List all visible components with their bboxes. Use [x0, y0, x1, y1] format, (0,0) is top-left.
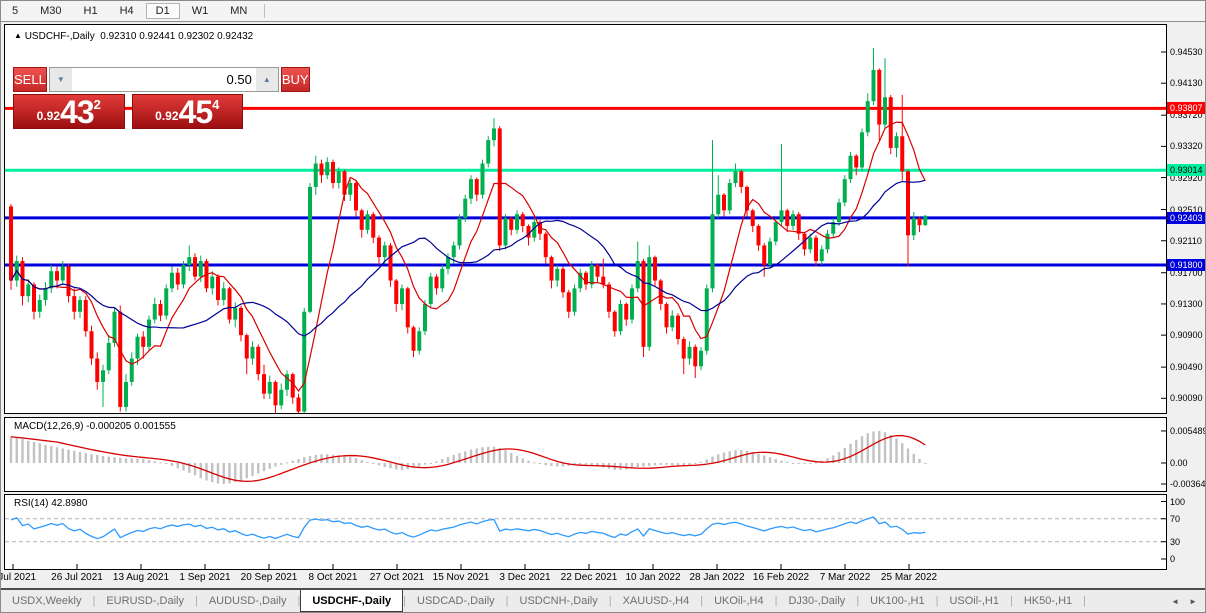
date-tick-label: 22 Dec 2021 [561, 572, 618, 583]
date-tick-label: 20 Sep 2021 [241, 572, 298, 583]
volume-decrease-button[interactable]: ▼ [50, 68, 72, 91]
buy-price-box[interactable]: 0.92 45 4 [132, 94, 244, 129]
volume-input[interactable] [72, 68, 256, 91]
tab-usdchf[interactable]: USDCHF-,Daily [300, 590, 403, 612]
date-tick-label: 7 Mar 2022 [820, 572, 871, 583]
rsi-chart [5, 495, 1166, 569]
buy-price-big: 45 [179, 99, 213, 126]
price-level-tag: 0.93807 [1167, 102, 1206, 114]
timeframe-button-w1[interactable]: W1 [182, 3, 219, 19]
date-tick-label: 1 Sep 2021 [179, 572, 230, 583]
trading-terminal-window: 5M30H1H4D1W1MN ▲ USDCHF-,Daily 0.92310 0… [0, 0, 1206, 613]
tab-separator: | [1083, 590, 1086, 612]
timeframe-button-h4[interactable]: H4 [110, 3, 144, 19]
date-tick-label: 10 Jan 2022 [625, 572, 680, 583]
date-axis: 7 Jul 2021 26 Jul 2021 13 Aug 2021 1 Sep 20… [1, 571, 1206, 587]
tab-xauusd[interactable]: XAUUSD-,H4 [612, 590, 701, 612]
rsi-tick-label: 70 [1170, 514, 1180, 524]
price-level-tag: 0.93014 [1167, 164, 1206, 176]
tab-usoil[interactable]: USOil-,H1 [938, 590, 1010, 612]
rsi-panel[interactable]: RSI(14) 42.8980 [4, 494, 1167, 570]
sell-price-big: 43 [60, 99, 94, 126]
date-tick-label: 3 Dec 2021 [499, 572, 550, 583]
tab-usdcnh[interactable]: USDCNH-,Daily [509, 590, 609, 612]
chart-title: ▲ USDCHF-,Daily 0.92310 0.92441 0.92302 … [14, 31, 253, 42]
price-tick-label: 0.90090 [1170, 393, 1203, 403]
sell-price-small: 0.92 [37, 109, 60, 123]
timeframe-button-h1[interactable]: H1 [74, 3, 108, 19]
sell-price-box[interactable]: 0.92 43 2 [13, 94, 125, 129]
date-tick-label: 8 Oct 2021 [309, 572, 358, 583]
rsi-tick-label: 100 [1170, 497, 1185, 507]
tabs-scroll-left-icon[interactable]: ◄ [1171, 597, 1179, 606]
price-tick-label: 0.91300 [1170, 299, 1203, 309]
macd-panel[interactable]: MACD(12,26,9) -0.000205 0.001555 [4, 417, 1167, 492]
tab-eurusd[interactable]: EURUSD-,Daily [95, 590, 195, 612]
volume-spinner: ▼ ▲ [49, 67, 279, 92]
tabs-scroll-right-icon[interactable]: ► [1189, 597, 1197, 606]
rsi-tick-label: 0 [1170, 554, 1175, 564]
price-tick-label: 0.92110 [1170, 236, 1202, 246]
chart-tab-bar: USDX,Weekly|EURUSD-,Daily|AUDUSD-,Daily|… [1, 588, 1206, 612]
price-tick-label: 0.94130 [1170, 78, 1203, 88]
macd-chart [5, 418, 1166, 491]
ohlc-high: 0.92441 [139, 31, 175, 42]
tab-audusd[interactable]: AUDUSD-,Daily [198, 590, 298, 612]
timeframe-button-mn[interactable]: MN [220, 3, 257, 19]
macd-tick-label: -0.00364 [1170, 479, 1206, 489]
price-level-tag: 0.91800 [1167, 259, 1206, 271]
rsi-label: RSI(14) 42.8980 [14, 498, 87, 509]
date-tick-label: 15 Nov 2021 [433, 572, 490, 583]
date-tick-label: 16 Feb 2022 [753, 572, 809, 583]
price-tick-label: 0.90900 [1170, 330, 1203, 340]
timeframe-button-m30[interactable]: M30 [30, 3, 71, 19]
timeframe-button-d1[interactable]: D1 [146, 3, 180, 19]
main-chart-panel[interactable]: ▲ USDCHF-,Daily 0.92310 0.92441 0.92302 … [4, 24, 1167, 414]
price-tick-label: 0.94530 [1170, 47, 1203, 57]
date-tick-label: 27 Oct 2021 [370, 572, 424, 583]
date-tick-label: 26 Jul 2021 [51, 572, 103, 583]
timeframe-button-5[interactable]: 5 [2, 3, 28, 19]
toolbar-separator [264, 4, 265, 18]
sell-button[interactable]: SELL [13, 67, 47, 92]
ohlc-low: 0.92302 [178, 31, 214, 42]
tab-usdcad[interactable]: USDCAD-,Daily [406, 590, 506, 612]
tab-uk100[interactable]: UK100-,H1 [859, 590, 935, 612]
chart-symbol: USDCHF-,Daily [25, 31, 95, 42]
ohlc-close: 0.92432 [217, 31, 253, 42]
date-tick-label: 25 Mar 2022 [881, 572, 937, 583]
buy-button[interactable]: BUY [281, 67, 310, 92]
tab-scroll-arrows: ◄► [1171, 590, 1206, 612]
macd-label: MACD(12,26,9) -0.000205 0.001555 [14, 421, 176, 432]
date-tick-label: 28 Jan 2022 [689, 572, 744, 583]
tab-hk50[interactable]: HK50-,H1 [1013, 590, 1083, 612]
ohlc-open: 0.92310 [100, 31, 136, 42]
timeframe-toolbar: 5M30H1H4D1W1MN [1, 1, 1206, 22]
sell-price-sup: 2 [94, 97, 101, 112]
tab-dj30[interactable]: DJ30-,Daily [777, 590, 856, 612]
collapse-triangle-icon[interactable]: ▲ [14, 31, 22, 40]
date-tick-label: 7 Jul 2021 [0, 572, 36, 583]
buy-price-sup: 4 [212, 97, 219, 112]
buy-price-small: 0.92 [155, 109, 178, 123]
volume-increase-button[interactable]: ▲ [256, 68, 278, 91]
tab-usdx[interactable]: USDX,Weekly [1, 590, 92, 612]
macd-tick-label: 0.005489 [1170, 426, 1206, 436]
price-level-tag: 0.92403 [1167, 212, 1206, 224]
price-tick-label: 0.93320 [1170, 141, 1203, 151]
one-click-trade-panel: SELL ▼ ▲ BUY 0.92 43 2 0.92 45 4 [13, 67, 243, 129]
macd-tick-label: 0.00 [1170, 458, 1188, 468]
price-tick-label: 0.90490 [1170, 362, 1203, 372]
date-tick-label: 13 Aug 2021 [113, 572, 169, 583]
tab-ukoil[interactable]: UKOil-,H4 [703, 590, 775, 612]
rsi-tick-label: 30 [1170, 537, 1180, 547]
